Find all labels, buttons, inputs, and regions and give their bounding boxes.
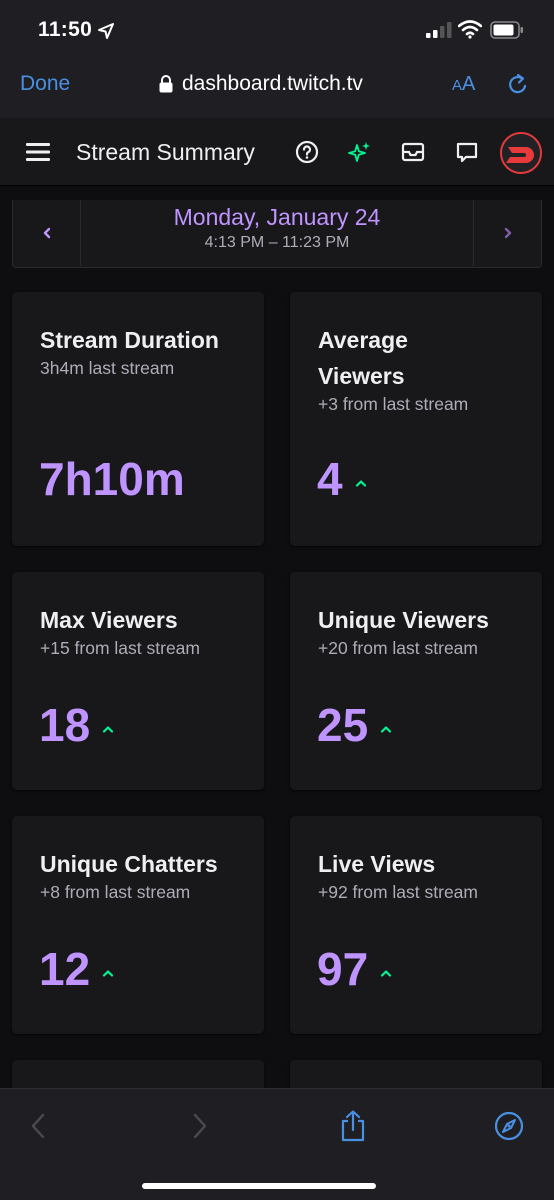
sparkle-icon[interactable] [348, 140, 372, 164]
aa-large: A [462, 73, 476, 95]
stat-card-live-views: Live Views +92 from last stream 97 [290, 816, 542, 1034]
trend-up-icon [103, 726, 114, 733]
stat-title: Unique Viewers [318, 607, 489, 633]
safari-top-bar: Done dashboard.twitch.tv AA [0, 60, 554, 118]
stat-card-unique-chatters: Unique Chatters +8 from last stream 12 [12, 816, 264, 1034]
page-title: Stream Summary [76, 139, 255, 165]
stat-title: Stream Duration [40, 327, 219, 353]
chat-bubble-icon[interactable] [455, 140, 479, 164]
dashboard-header: Stream Summary [0, 118, 554, 186]
lock-icon [159, 75, 173, 93]
avatar[interactable] [500, 132, 542, 174]
compass-icon[interactable] [494, 1109, 524, 1143]
stat-title: Average Viewers [318, 327, 408, 389]
back-chevron-icon[interactable] [24, 1109, 54, 1143]
avatar-logo [502, 134, 540, 172]
previous-stream-button[interactable] [13, 200, 81, 266]
done-button[interactable]: Done [20, 72, 70, 96]
ios-status-bar: 11:50 [0, 0, 554, 60]
hamburger-menu-icon[interactable] [26, 142, 50, 162]
url-text: dashboard.twitch.tv [182, 72, 363, 95]
stat-subtitle: +15 from last stream [40, 638, 200, 658]
wifi-icon [458, 20, 482, 39]
aa-small: A [452, 77, 463, 94]
stat-value-text: 12 [39, 943, 91, 995]
chevron-left-icon [43, 227, 50, 239]
stat-title: Live Views [318, 851, 436, 877]
help-icon[interactable] [295, 140, 319, 164]
trend-up-icon [381, 726, 392, 733]
stat-subtitle: +92 from last stream [318, 882, 478, 902]
stat-value-text: 18 [39, 699, 91, 751]
stat-card-max-viewers: Max Viewers +15 from last stream 18 [12, 572, 264, 790]
inbox-icon[interactable] [401, 140, 425, 164]
location-arrow-icon [98, 23, 114, 39]
stat-value: 18 [39, 698, 114, 752]
address-bar[interactable]: dashboard.twitch.tv [158, 72, 363, 96]
share-icon[interactable] [338, 1109, 368, 1143]
stat-value: 7h10m [39, 452, 185, 506]
trend-up-icon [103, 970, 114, 977]
stat-subtitle: +8 from last stream [40, 882, 191, 902]
stat-subtitle: 3h4m last stream [40, 358, 175, 378]
status-time: 11:50 [38, 18, 93, 41]
next-stream-button[interactable] [473, 200, 541, 266]
home-indicator[interactable] [142, 1183, 376, 1189]
stat-card-unique-viewers: Unique Viewers +20 from last stream 25 [290, 572, 542, 790]
trend-up-icon [355, 480, 366, 487]
stat-subtitle: +20 from last stream [318, 638, 478, 658]
stream-time-range: 4:13 PM – 11:23 PM [204, 234, 350, 251]
date-navigator: Monday, January 24 4:13 PM – 11:23 PM [12, 200, 542, 268]
stat-value-text: 97 [317, 943, 369, 995]
stat-value: 4 [317, 452, 367, 506]
stat-subtitle: +3 from last stream [318, 394, 469, 414]
stat-value-text: 7h10m [39, 453, 185, 505]
reload-icon[interactable] [506, 73, 530, 97]
stat-title: Max Viewers [40, 607, 178, 633]
cellular-signal-icon [426, 22, 452, 38]
date-display: Monday, January 24 4:13 PM – 11:23 PM [81, 204, 473, 252]
battery-icon [490, 21, 523, 39]
stat-value: 12 [39, 942, 114, 996]
stat-value: 25 [317, 698, 392, 752]
stat-value-text: 25 [317, 699, 369, 751]
stat-value: 97 [317, 942, 392, 996]
stat-value-text: 4 [317, 453, 343, 505]
chevron-right-icon [504, 227, 511, 239]
forward-chevron-icon[interactable] [184, 1109, 214, 1143]
text-size-button[interactable]: AA [452, 73, 475, 96]
stat-card-average-viewers: Average Viewers +3 from last stream 4 [290, 292, 542, 546]
stream-date: Monday, January 24 [173, 204, 381, 230]
stat-card-stream-duration: Stream Duration 3h4m last stream 7h10m [12, 292, 264, 546]
stat-title: Unique Chatters [40, 851, 218, 877]
trend-up-icon [381, 970, 392, 977]
